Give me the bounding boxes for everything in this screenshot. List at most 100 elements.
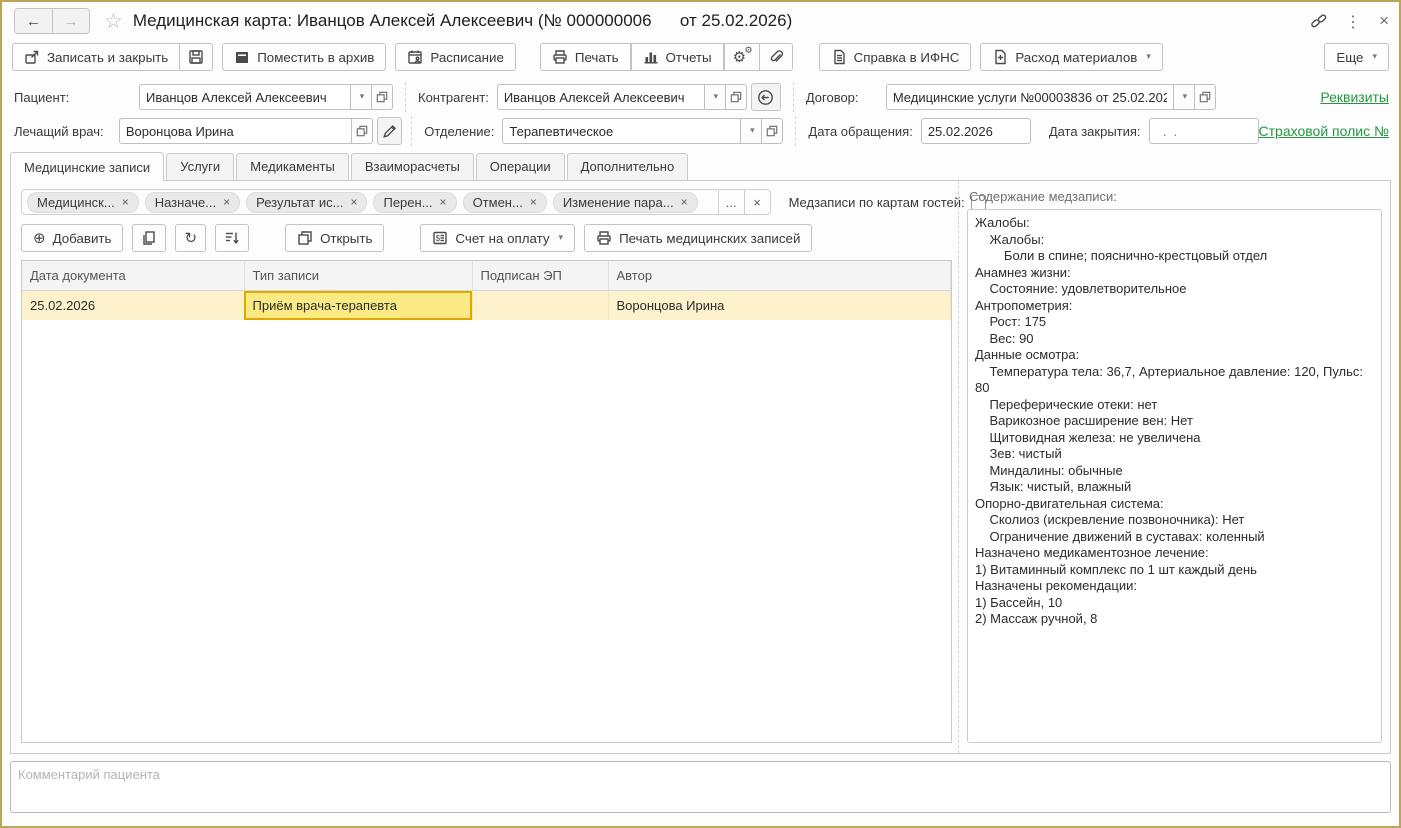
column-header-type[interactable]: Тип записи xyxy=(244,261,472,291)
department-label: Отделение: xyxy=(424,124,494,139)
add-icon: ⊕ xyxy=(33,229,46,247)
column-header-date[interactable]: Дата документа xyxy=(22,261,244,291)
patient-input[interactable] xyxy=(139,84,351,110)
comment-section xyxy=(2,754,1399,826)
counterparty-open-button[interactable] xyxy=(726,84,747,110)
save-group: Записать и закрыть xyxy=(12,43,213,71)
cell-author[interactable]: Воронцова Ирина xyxy=(608,291,951,321)
document-plus-icon xyxy=(992,49,1008,65)
fill-from-patient-button[interactable] xyxy=(751,83,781,111)
tab-services[interactable]: Услуги xyxy=(166,153,234,180)
save-close-icon xyxy=(24,49,40,65)
patient-open-button[interactable] xyxy=(372,84,393,110)
reports-button[interactable]: Отчеты xyxy=(631,43,724,71)
materials-expense-button[interactable]: Расход материалов ▾ xyxy=(980,43,1163,71)
back-button[interactable]: ← xyxy=(15,9,52,33)
filter-chip[interactable]: Медицинск...× xyxy=(27,192,139,213)
contract-open-button[interactable] xyxy=(1195,84,1216,110)
insurance-policy-link[interactable]: Страховой полис № xyxy=(1259,123,1389,139)
requisites-link[interactable]: Реквизиты xyxy=(1320,89,1389,105)
forward-button[interactable]: → xyxy=(52,9,89,33)
tab-medical-records[interactable]: Медицинские записи xyxy=(10,152,164,181)
column-header-author[interactable]: Автор xyxy=(608,261,951,291)
open-icon xyxy=(376,91,388,103)
records-table: Дата документа Тип записи Подписан ЭП Ав… xyxy=(22,261,951,320)
app-window: ← → ☆ Медицинская карта: Иванцов Алексей… xyxy=(0,0,1401,828)
chip-close-icon[interactable]: × xyxy=(440,195,447,209)
sort-icon xyxy=(224,230,240,246)
doctor-open-button[interactable] xyxy=(352,118,373,144)
table-row[interactable]: 25.02.2026 Приём врача-терапевта Воронцо… xyxy=(22,291,951,321)
filter-chip[interactable]: Результат ис...× xyxy=(246,192,367,213)
open-record-button[interactable]: Открыть xyxy=(285,224,384,252)
tab-operations[interactable]: Операции xyxy=(476,153,565,180)
chip-close-icon[interactable]: × xyxy=(122,195,129,209)
add-record-button[interactable]: ⊕ Добавить xyxy=(21,224,123,252)
edit-doctor-button[interactable] xyxy=(377,117,402,145)
filter-more-button[interactable]: ... xyxy=(718,190,744,214)
print-medical-records-button[interactable]: Печать медицинских записей xyxy=(584,224,812,252)
visit-date-label: Дата обращения: xyxy=(808,124,912,139)
print-button[interactable]: Печать xyxy=(540,43,631,71)
save-button[interactable] xyxy=(180,43,213,71)
filter-chip[interactable]: Перен...× xyxy=(373,192,456,213)
counterparty-input[interactable] xyxy=(497,84,705,110)
guest-records-label: Медзаписи по картам гостей: xyxy=(789,195,965,210)
title-bar: ← → ☆ Медицинская карта: Иванцов Алексей… xyxy=(2,2,1399,40)
command-bar: Записать и закрыть Поместить в архив Рас… xyxy=(2,40,1399,74)
tab-settlements[interactable]: Взаиморасчеты xyxy=(351,153,474,180)
department-dropdown-button[interactable]: ▾ xyxy=(741,118,762,144)
counterparty-dropdown-button[interactable]: ▾ xyxy=(705,84,726,110)
counterparty-label: Контрагент: xyxy=(418,90,489,105)
save-and-close-button[interactable]: Записать и закрыть xyxy=(12,43,180,71)
forward-arrow-icon: → xyxy=(64,13,79,30)
patient-dropdown-button[interactable]: ▾ xyxy=(351,84,372,110)
chip-close-icon[interactable]: × xyxy=(530,195,537,209)
calendar-icon xyxy=(407,49,423,65)
filter-clear-button[interactable]: × xyxy=(744,190,770,214)
printer-icon xyxy=(552,49,568,65)
doctor-field-group xyxy=(119,118,373,144)
dropdown-arrow-icon: ▾ xyxy=(1372,52,1377,62)
contract-dropdown-button[interactable]: ▾ xyxy=(1174,84,1195,110)
schedule-button[interactable]: Расписание xyxy=(395,43,515,71)
cell-date[interactable]: 25.02.2026 xyxy=(22,291,244,321)
department-input[interactable] xyxy=(502,118,741,144)
department-open-button[interactable] xyxy=(762,118,783,144)
doctor-input[interactable] xyxy=(119,118,352,144)
ifns-certificate-button[interactable]: Справка в ИФНС xyxy=(819,43,972,71)
chip-close-icon[interactable]: × xyxy=(350,195,357,209)
get-link-icon[interactable] xyxy=(1311,13,1327,29)
open-icon xyxy=(356,125,368,137)
invoice-button[interactable]: $ Счет на оплату ▾ xyxy=(420,224,575,252)
close-date-input[interactable] xyxy=(1149,118,1259,144)
attachments-button[interactable] xyxy=(760,43,793,71)
chip-close-icon[interactable]: × xyxy=(681,195,688,209)
more-actions-button[interactable]: Еще ▾ xyxy=(1324,43,1389,71)
close-icon[interactable]: × xyxy=(1379,11,1389,31)
visit-date-input[interactable] xyxy=(921,118,1031,144)
table-header-row: Дата документа Тип записи Подписан ЭП Ав… xyxy=(22,261,951,291)
cell-type[interactable]: Приём врача-терапевта xyxy=(244,291,472,321)
med-record-content[interactable]: Жалобы: Жалобы: Боли в спине; пояснично-… xyxy=(967,209,1382,743)
more-menu-icon[interactable]: ⋮ xyxy=(1345,12,1361,31)
open-icon xyxy=(730,91,742,103)
floppy-icon xyxy=(188,49,204,65)
column-header-signed[interactable]: Подписан ЭП xyxy=(472,261,608,291)
patient-comment-input[interactable] xyxy=(10,761,1391,813)
contract-input[interactable] xyxy=(886,84,1174,110)
tab-medications[interactable]: Медикаменты xyxy=(236,153,349,180)
archive-button[interactable]: Поместить в архив xyxy=(222,43,386,71)
dropdown-arrow-icon: ▾ xyxy=(559,233,564,243)
filter-chip[interactable]: Отмен...× xyxy=(463,192,547,213)
sort-button[interactable] xyxy=(215,224,249,252)
copy-record-button[interactable] xyxy=(132,224,166,252)
favorite-star-icon[interactable]: ☆ xyxy=(104,9,123,33)
cell-signed[interactable] xyxy=(472,291,608,321)
refresh-button[interactable]: ↻ xyxy=(175,224,206,252)
tab-additional[interactable]: Дополнительно xyxy=(567,153,689,180)
settings-gears-button[interactable]: ⚙⚙ xyxy=(724,43,760,71)
filter-chip[interactable]: Назначе...× xyxy=(145,192,240,213)
filter-chip[interactable]: Изменение пара...× xyxy=(553,192,698,213)
chip-close-icon[interactable]: × xyxy=(223,195,230,209)
